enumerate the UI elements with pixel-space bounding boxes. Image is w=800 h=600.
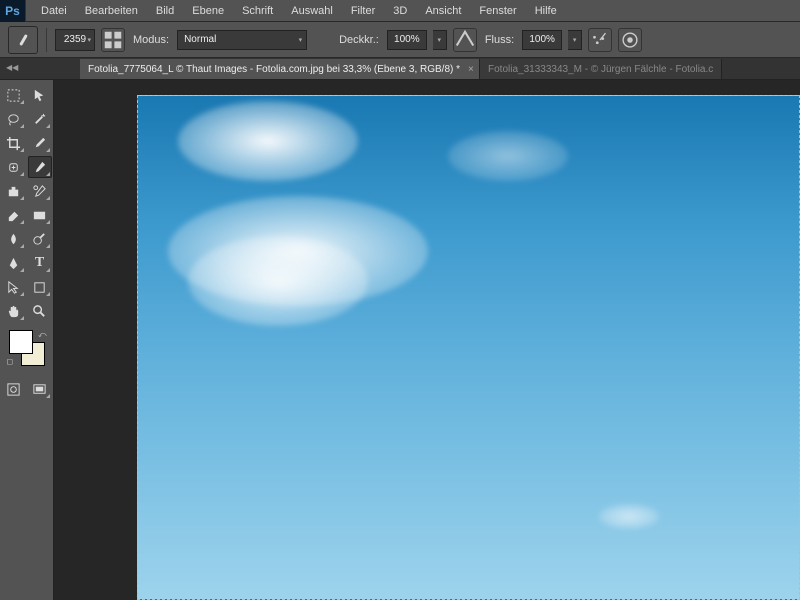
swap-colors-icon[interactable]: ⤺ (38, 330, 47, 340)
document-tab-inactive[interactable]: Fotolia_31333343_M - © Jürgen Fälchle - … (480, 59, 722, 79)
brush-size-value: 2359 (64, 34, 86, 45)
chevron-down-icon: ▾ (299, 36, 303, 44)
cloud-graphic (448, 131, 568, 181)
menu-filter[interactable]: Filter (342, 0, 384, 22)
document-tab-active[interactable]: Fotolia_7775064_L © Thaut Images - Fotol… (80, 59, 480, 79)
app-logo: Ps (0, 0, 26, 22)
marquee-tool[interactable] (2, 84, 26, 106)
hand-tool[interactable] (2, 300, 26, 322)
menu-window[interactable]: Fenster (470, 0, 525, 22)
tab-title: Fotolia_7775064_L © Thaut Images - Fotol… (88, 64, 460, 75)
crop-tool[interactable] (2, 132, 26, 154)
brush-icon (19, 34, 28, 46)
foreground-swatch[interactable] (9, 330, 33, 354)
flow-field[interactable]: 100% (522, 30, 562, 50)
opacity-caret[interactable]: ▾ (433, 30, 447, 50)
document-tab-bar: ◀◀ Fotolia_7775064_L © Thaut Images - Fo… (0, 58, 800, 80)
menu-layer[interactable]: Ebene (183, 0, 233, 22)
menu-bar: Ps Datei Bearbeiten Bild Ebene Schrift A… (0, 0, 800, 22)
opacity-field[interactable]: 100% (387, 30, 427, 50)
lasso-tool[interactable] (2, 108, 26, 130)
pressure-size-toggle[interactable] (618, 28, 642, 52)
menu-3d[interactable]: 3D (384, 0, 416, 22)
toolbox: T ⤺ ◻ (0, 80, 54, 600)
type-tool[interactable]: T (28, 252, 52, 274)
document-canvas[interactable] (137, 95, 800, 600)
blend-mode-dropdown[interactable]: Normal ▾ (177, 30, 307, 50)
flow-label: Fluss: (483, 34, 516, 46)
cloud-graphic (188, 236, 368, 326)
separator (46, 28, 47, 52)
menu-edit[interactable]: Bearbeiten (76, 0, 147, 22)
brush-tool[interactable] (28, 156, 52, 178)
color-swatches[interactable]: ⤺ ◻ (9, 330, 45, 366)
workspace: T ⤺ ◻ (0, 80, 800, 600)
blur-tool[interactable] (2, 228, 26, 250)
quickmask-toggle[interactable] (2, 378, 26, 400)
airbrush-toggle[interactable] (588, 28, 612, 52)
close-icon[interactable]: × (468, 64, 474, 75)
type-icon: T (35, 255, 44, 271)
tab-title: Fotolia_31333343_M - © Jürgen Fälchle - … (488, 64, 713, 75)
zoom-tool[interactable] (28, 300, 52, 322)
opacity-label: Deckkr.: (337, 34, 381, 46)
blend-mode-value: Normal (184, 34, 216, 45)
eyedropper-tool[interactable] (28, 132, 52, 154)
menu-type[interactable]: Schrift (233, 0, 282, 22)
healing-tool[interactable] (2, 156, 26, 178)
pressure-opacity-toggle[interactable] (453, 28, 477, 52)
menu-file[interactable]: Datei (32, 0, 76, 22)
clone-tool[interactable] (2, 180, 26, 202)
menu-view[interactable]: Ansicht (416, 0, 470, 22)
mode-label: Modus: (131, 34, 171, 46)
flow-caret[interactable]: ▾ (568, 30, 582, 50)
brush-panel-toggle[interactable] (101, 28, 125, 52)
magic-wand-tool[interactable] (28, 108, 52, 130)
move-tool[interactable] (28, 84, 52, 106)
collapse-icon[interactable]: ◀◀ (6, 63, 18, 72)
eraser-tool[interactable] (2, 204, 26, 226)
options-bar: 2359▾ Modus: Normal▾ Deckkr.: 100% ▾ Flu… (0, 22, 800, 58)
shape-tool[interactable] (28, 276, 52, 298)
menu-image[interactable]: Bild (147, 0, 183, 22)
history-brush-tool[interactable] (28, 180, 52, 202)
menu-select[interactable]: Auswahl (282, 0, 342, 22)
cloud-graphic (178, 101, 358, 181)
dodge-tool[interactable] (28, 228, 52, 250)
pen-tool[interactable] (2, 252, 26, 274)
canvas-area (54, 80, 800, 600)
gradient-tool[interactable] (28, 204, 52, 226)
brush-size-field[interactable]: 2359▾ (55, 29, 95, 51)
path-select-tool[interactable] (2, 276, 26, 298)
chevron-down-icon: ▾ (87, 36, 91, 44)
default-colors-icon[interactable]: ◻ (7, 357, 14, 366)
screenmode-toggle[interactable] (28, 378, 52, 400)
tool-preset-picker[interactable] (8, 26, 38, 54)
menu-help[interactable]: Hilfe (526, 0, 566, 22)
cloud-graphic (599, 504, 659, 529)
